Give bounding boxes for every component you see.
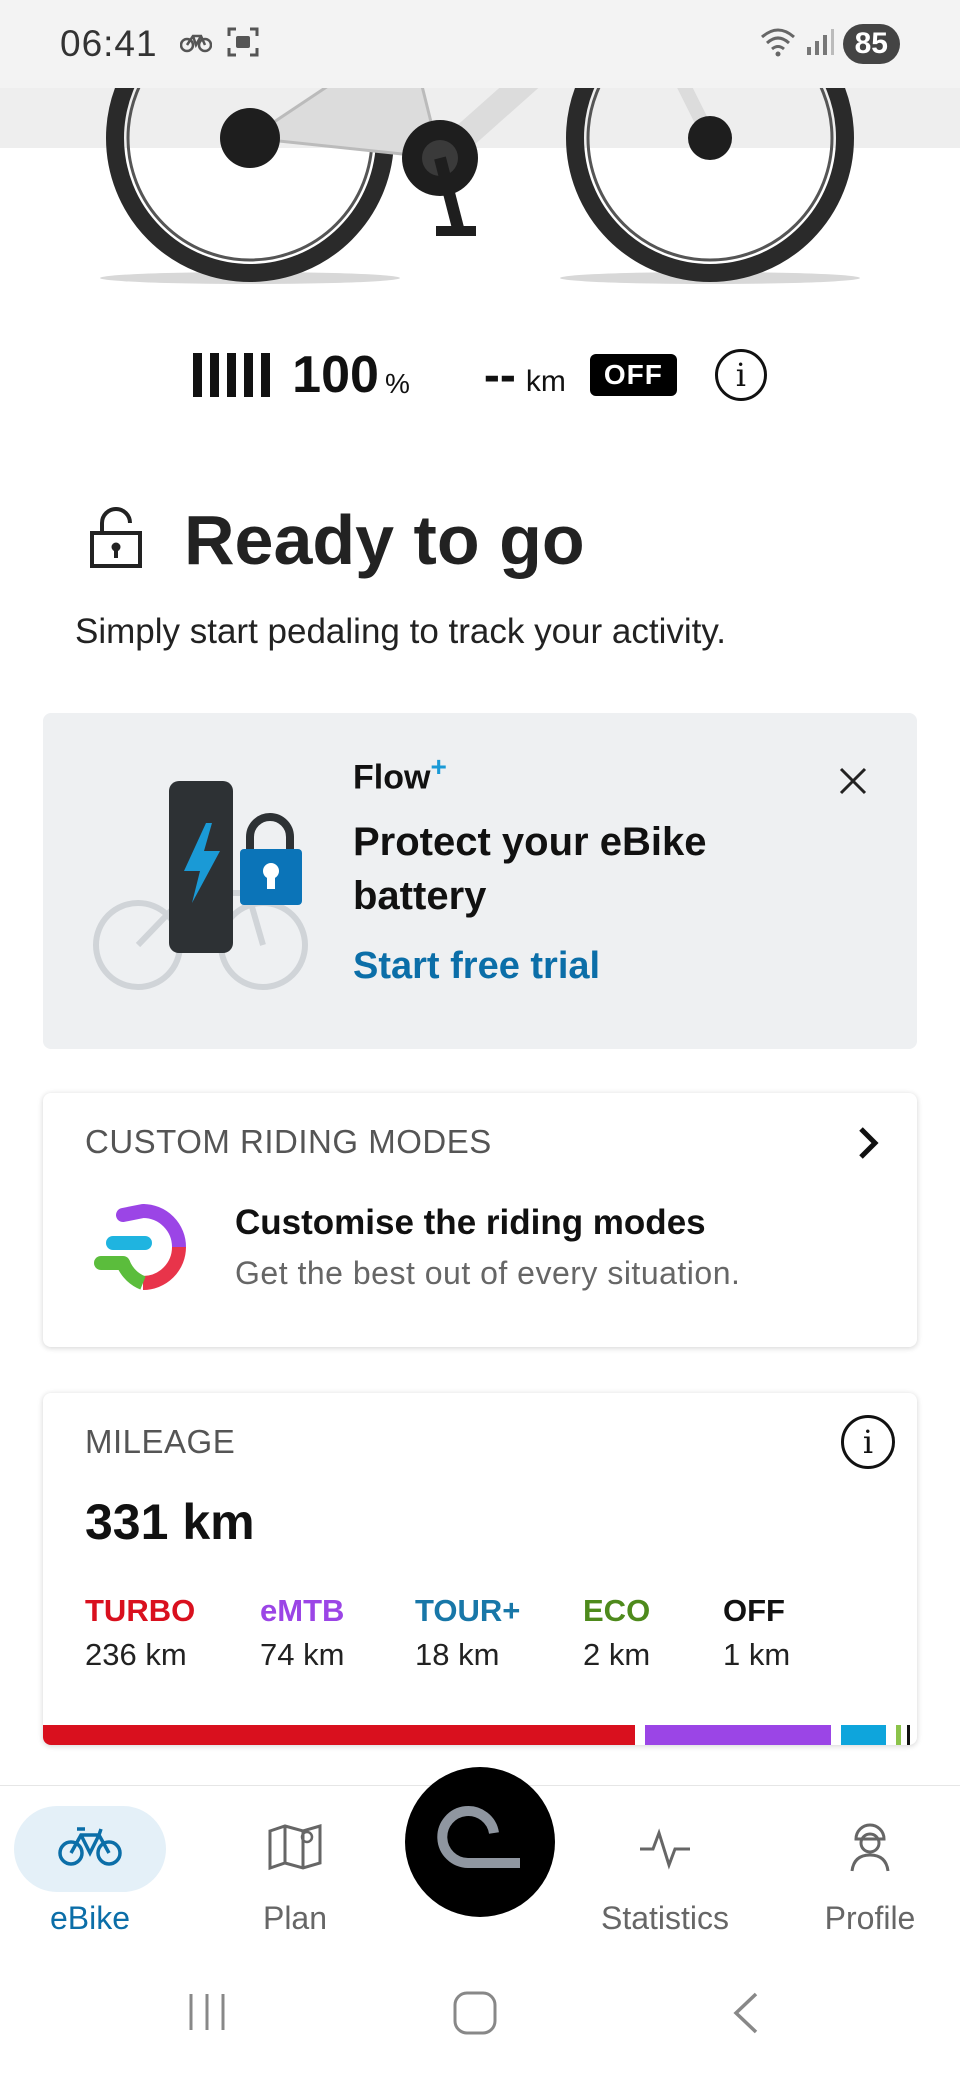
- bike-icon: [57, 1825, 123, 1874]
- mode-name: TURBO: [85, 1593, 196, 1628]
- mileage-section-title: MILEAGE: [85, 1423, 236, 1460]
- status-bar: 06:41 85: [0, 0, 960, 88]
- mode-value: 74 km: [260, 1637, 345, 1672]
- mode-name: OFF: [723, 1593, 785, 1628]
- mileage-mode-tour: TOUR+ 18 km: [415, 1593, 583, 1673]
- mode-value: 236 km: [85, 1637, 187, 1672]
- promo-brand-name: Flow: [353, 758, 431, 797]
- nav-tab-profile[interactable]: Profile: [800, 1786, 940, 1946]
- system-navigation-bar: [0, 1960, 960, 2080]
- riding-modes-title: Customise the riding modes: [235, 1203, 706, 1242]
- flow-plus-promo-card[interactable]: Flow+ Protect your eBike battery Start f…: [43, 713, 917, 1049]
- mileage-bar-tour: [841, 1725, 886, 1745]
- bike-illustration: [100, 88, 860, 284]
- screenshot-icon: [226, 26, 260, 63]
- mode-name: ECO: [583, 1593, 651, 1628]
- pulse-icon: [637, 1823, 693, 1876]
- mileage-modes: TURBO 236 km eMTB 74 km TOUR+ 18 km ECO …: [85, 1593, 843, 1673]
- riding-modes-section-title: CUSTOM RIDING MODES: [85, 1123, 492, 1160]
- wifi-icon: [759, 27, 797, 62]
- recents-icon[interactable]: [185, 1990, 229, 2039]
- mileage-mode-off: OFF 1 km: [723, 1593, 843, 1673]
- nav-label-ebike: eBike: [49, 1900, 131, 1936]
- bike-notification-icon: [179, 31, 212, 58]
- nav-tab-ebike[interactable]: eBike: [14, 1786, 166, 1946]
- range-value: --: [483, 348, 516, 402]
- battery-level-badge: 85: [842, 24, 900, 64]
- unlocked-lock-icon: [88, 506, 144, 574]
- signal-icon: [805, 27, 835, 62]
- ready-section: Ready to go: [88, 500, 585, 580]
- range-unit: km: [525, 365, 566, 398]
- nav-ebike-active-pill: [14, 1806, 166, 1892]
- nav-label-statistics: Statistics: [600, 1900, 730, 1936]
- mileage-info-icon[interactable]: i: [841, 1415, 895, 1469]
- battery-lock-illustration: [93, 781, 308, 990]
- riding-modes-description: Get the best out of every situation.: [235, 1255, 741, 1291]
- battery-percent-value: 100: [292, 346, 379, 404]
- mileage-total: 331 km: [85, 1494, 255, 1550]
- profile-icon: [846, 1821, 894, 1878]
- mode-name: eMTB: [260, 1593, 345, 1628]
- map-icon: [267, 1823, 323, 1876]
- status-time: 06:41: [60, 23, 158, 64]
- mileage-bar-emtb: [645, 1725, 831, 1745]
- battery-percent-unit: %: [384, 368, 410, 399]
- close-icon[interactable]: [833, 761, 873, 801]
- bike-status-row: 100 % -- km OFF i: [0, 345, 960, 405]
- nav-tab-statistics[interactable]: Statistics: [585, 1786, 745, 1946]
- mode-value: 18 km: [415, 1637, 500, 1672]
- mode-value: 2 km: [583, 1637, 651, 1672]
- mileage-bar-eco: [896, 1725, 901, 1745]
- bike-status-info-icon[interactable]: i: [714, 349, 767, 401]
- nav-label-plan: Plan: [262, 1900, 328, 1936]
- back-icon[interactable]: [728, 1990, 762, 2041]
- promo-brand-plus: +: [430, 751, 447, 782]
- riding-modes-logo-icon: [83, 1203, 203, 1298]
- nav-tab-plan[interactable]: Plan: [220, 1786, 370, 1946]
- start-ride-button[interactable]: [405, 1767, 555, 1917]
- mileage-mode-turbo: TURBO 236 km: [85, 1593, 260, 1673]
- custom-riding-modes-card[interactable]: CUSTOM RIDING MODES Customise the riding…: [43, 1093, 917, 1347]
- assist-mode-badge: OFF: [589, 354, 677, 396]
- nav-label-profile: Profile: [824, 1900, 916, 1936]
- mode-name: TOUR+: [415, 1593, 521, 1628]
- start-free-trial-link[interactable]: Start free trial: [353, 945, 600, 988]
- mileage-mode-emtb: eMTB 74 km: [260, 1593, 415, 1673]
- home-icon[interactable]: [452, 1990, 498, 2041]
- bike-image: [0, 88, 960, 298]
- mileage-mode-eco: ECO 2 km: [583, 1593, 723, 1673]
- mileage-card[interactable]: MILEAGE i 331 km TURBO 236 km eMTB 74 km…: [43, 1393, 917, 1745]
- mileage-bar-off: [907, 1725, 910, 1745]
- promo-brand: Flow+: [353, 751, 447, 797]
- mileage-bar-turbo: [43, 1725, 635, 1745]
- battery-bars-icon: [193, 353, 271, 397]
- chevron-right-icon[interactable]: [855, 1123, 883, 1163]
- promo-title: Protect your eBike battery: [353, 820, 707, 918]
- mileage-distribution-bar: [43, 1725, 917, 1745]
- ready-subtitle: Simply start pedaling to track your acti…: [75, 612, 726, 651]
- mode-value: 1 km: [723, 1637, 791, 1672]
- ride-icon: [432, 1805, 528, 1880]
- ready-title: Ready to go: [184, 501, 585, 579]
